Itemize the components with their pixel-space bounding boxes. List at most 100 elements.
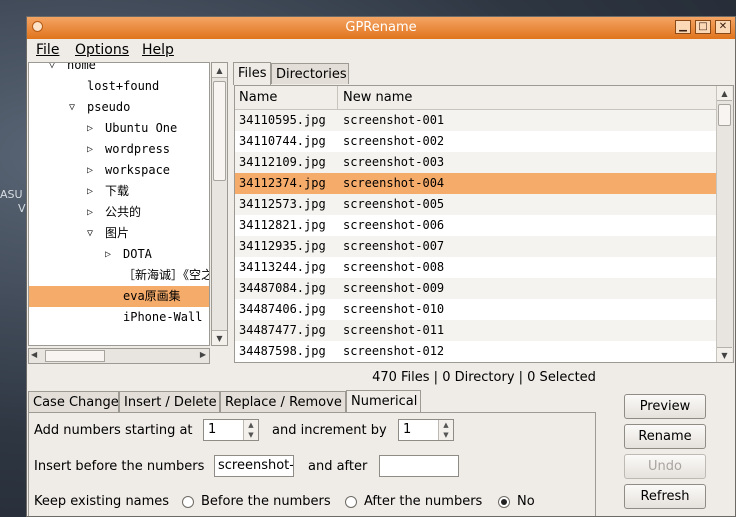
file-list-scrollbar[interactable]: ▲ ▼: [716, 86, 733, 362]
new-name-cell: screenshot-001: [343, 113, 445, 127]
spinner-arrows-icon[interactable]: ▲ ▼: [243, 420, 258, 440]
tree-item[interactable]: eva原画集: [29, 286, 209, 307]
tab-replace-remove[interactable]: Replace / Remove: [220, 391, 346, 412]
file-row[interactable]: 34110595.jpg screenshot-001: [235, 110, 717, 131]
tree-item[interactable]: ▽ 图片: [29, 223, 209, 244]
file-row[interactable]: 34487598.jpg screenshot-012: [235, 341, 717, 362]
expander-open-icon[interactable]: ▽: [49, 63, 55, 76]
tree-item[interactable]: ［新海诚］《空之: [29, 265, 210, 286]
file-row[interactable]: 34487477.jpg screenshot-011: [235, 320, 717, 341]
tree-item[interactable]: ▽ pseudo: [29, 97, 209, 118]
file-name-cell: 34112935.jpg: [239, 239, 326, 253]
keep-names-label: Keep existing names: [34, 494, 170, 509]
scroll-down-icon[interactable]: ▼: [212, 330, 227, 345]
file-row[interactable]: 34487084.jpg screenshot-009: [235, 278, 717, 299]
tree-item[interactable]: lost+found: [29, 76, 209, 97]
file-name-cell: 34112821.jpg: [239, 218, 326, 232]
tree-horizontal-scrollbar[interactable]: ◀ ▶: [28, 348, 210, 364]
tree-item-label: ［新海诚］《空之: [123, 268, 210, 282]
column-name[interactable]: Name: [239, 90, 277, 105]
radio-before-numbers[interactable]: [182, 496, 194, 508]
tab-case-change[interactable]: Case Change: [28, 391, 119, 412]
numerical-panel: Add numbers starting at 1 ▲ ▼ and increme…: [28, 412, 596, 516]
and-after-label: and after: [308, 459, 368, 474]
file-row[interactable]: 34110744.jpg screenshot-002: [235, 131, 717, 152]
file-list[interactable]: Name New name 34110595.jpg screenshot-001…: [234, 85, 734, 363]
tree-vertical-scrollbar[interactable]: ▲ ▼: [211, 62, 228, 346]
minimize-icon[interactable]: ▁: [675, 20, 691, 34]
radio-no[interactable]: [498, 496, 510, 508]
scroll-left-icon[interactable]: ◀: [31, 350, 37, 359]
tree-item-label: 公共的: [105, 205, 142, 219]
file-row[interactable]: 34112935.jpg screenshot-007: [235, 236, 717, 257]
scroll-up-icon[interactable]: ▲: [717, 86, 732, 101]
expander-closed-icon[interactable]: ▷: [87, 160, 93, 181]
directory-tree[interactable]: ▽ home lost+found ▽ pseudo ▷ Ubuntu One ▷ wordpr…: [28, 62, 210, 346]
title-bar[interactable]: GPRename ▁ □ ✕: [27, 17, 735, 39]
file-name-cell: 34110744.jpg: [239, 134, 326, 148]
close-icon[interactable]: ✕: [715, 20, 731, 34]
scroll-thumb[interactable]: [213, 81, 226, 181]
tab-directories[interactable]: Directories: [271, 63, 349, 84]
tree-item[interactable]: ▷ DOTA: [29, 244, 209, 265]
preview-button[interactable]: Preview: [624, 394, 706, 419]
tree-item-label: workspace: [105, 163, 171, 177]
tree-item[interactable]: ▷ workspace: [29, 160, 209, 181]
expander-closed-icon[interactable]: ▷: [87, 181, 93, 202]
gprename-window: GPRename ▁ □ ✕ File Options Help ▽ home lo…: [26, 16, 736, 517]
maximize-icon[interactable]: □: [695, 20, 711, 34]
file-row[interactable]: 34112109.jpg screenshot-003: [235, 152, 717, 173]
tree-item-label: wordpress: [105, 142, 171, 156]
radio-after-label[interactable]: After the numbers: [364, 494, 482, 509]
tree-item[interactable]: ▷ 公共的: [29, 202, 209, 223]
scroll-down-icon[interactable]: ▼: [717, 347, 732, 362]
expander-closed-icon[interactable]: ▷: [87, 118, 93, 139]
increment-spinner[interactable]: 1 ▲ ▼: [398, 419, 454, 441]
file-row[interactable]: 34112374.jpg screenshot-004: [235, 173, 717, 194]
rename-button[interactable]: Rename: [624, 424, 706, 449]
new-name-cell: screenshot-011: [343, 323, 445, 337]
new-name-cell: screenshot-008: [343, 260, 445, 274]
tree-item[interactable]: ▷ wordpress: [29, 139, 209, 160]
radio-before-label[interactable]: Before the numbers: [201, 494, 331, 509]
tab-files[interactable]: Files: [233, 62, 271, 85]
file-name-cell: 34487598.jpg: [239, 344, 326, 358]
scroll-up-icon[interactable]: ▲: [212, 63, 227, 78]
tree-item[interactable]: ▽ home: [29, 63, 209, 76]
undo-button[interactable]: Undo: [624, 454, 706, 479]
tree-item[interactable]: ▷ 下载: [29, 181, 209, 202]
menu-file[interactable]: File: [36, 42, 59, 58]
file-name-cell: 34112374.jpg: [239, 176, 326, 190]
tree-item[interactable]: iPhone-Wall: [29, 307, 209, 328]
insert-before-input[interactable]: screenshot-: [214, 455, 294, 477]
file-row[interactable]: 34112821.jpg screenshot-006: [235, 215, 717, 236]
tree-item-label: DOTA: [123, 247, 152, 261]
radio-after-numbers[interactable]: [345, 496, 357, 508]
scroll-thumb[interactable]: [718, 104, 731, 126]
scroll-right-icon[interactable]: ▶: [200, 350, 206, 359]
expander-open-icon[interactable]: ▽: [69, 97, 75, 118]
file-row[interactable]: 34487406.jpg screenshot-010: [235, 299, 717, 320]
expander-closed-icon[interactable]: ▷: [87, 139, 93, 160]
menu-help[interactable]: Help: [142, 42, 174, 58]
start-number-spinner[interactable]: 1 ▲ ▼: [203, 419, 259, 441]
file-name-cell: 34112573.jpg: [239, 197, 326, 211]
expander-closed-icon[interactable]: ▷: [87, 202, 93, 223]
radio-no-label[interactable]: No: [517, 494, 535, 509]
expander-open-icon[interactable]: ▽: [87, 223, 93, 244]
new-name-cell: screenshot-009: [343, 281, 445, 295]
new-name-cell: screenshot-005: [343, 197, 445, 211]
tab-numerical[interactable]: Numerical: [346, 390, 421, 413]
menu-options[interactable]: Options: [75, 42, 129, 58]
column-new-name[interactable]: New name: [343, 90, 412, 105]
tree-item[interactable]: ▷ Ubuntu One: [29, 118, 209, 139]
file-row[interactable]: 34112573.jpg screenshot-005: [235, 194, 717, 215]
tab-insert-delete[interactable]: Insert / Delete: [119, 391, 220, 412]
expander-closed-icon[interactable]: ▷: [105, 244, 111, 265]
refresh-button[interactable]: Refresh: [624, 484, 706, 509]
file-row[interactable]: 34113244.jpg screenshot-008: [235, 257, 717, 278]
scroll-thumb-horizontal[interactable]: [45, 350, 105, 362]
file-list-header: Name New name: [235, 86, 717, 110]
and-after-input[interactable]: [379, 455, 459, 477]
spinner-arrows-icon[interactable]: ▲ ▼: [438, 420, 453, 440]
